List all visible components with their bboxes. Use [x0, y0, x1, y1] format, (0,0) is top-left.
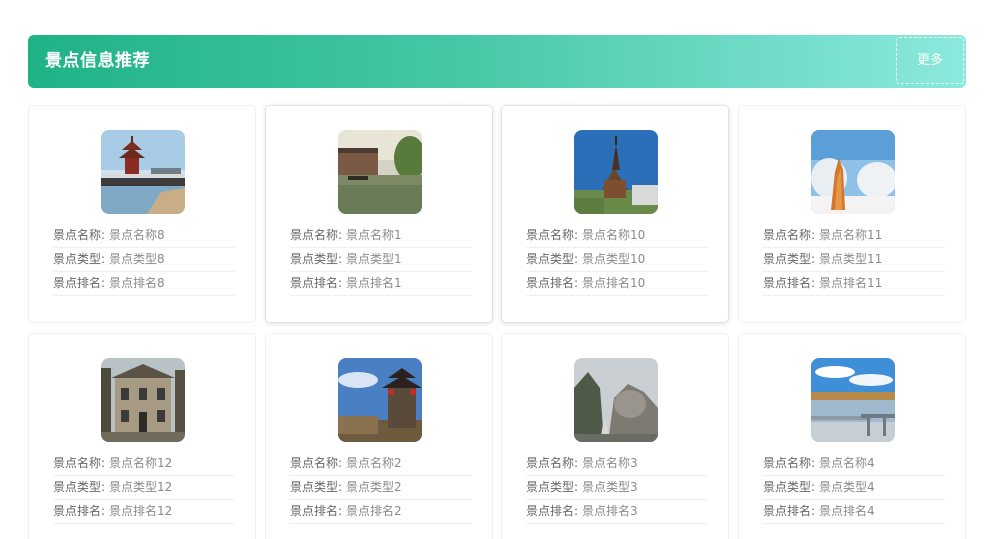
section-header: 景点信息推荐 更多 — [28, 35, 966, 88]
spot-type-row: 景点类型: 景点类型2 — [290, 476, 472, 500]
spot-card[interactable]: 景点名称: 景点名称10 景点类型: 景点类型10 景点排名: 景点排名10 — [501, 105, 729, 323]
spot-name-row: 景点名称: 景点名称4 — [763, 452, 945, 476]
rocky-mountain-photo[interactable] — [574, 358, 658, 442]
spot-rank-row: 景点排名: 景点排名8 — [53, 272, 235, 296]
spot-name: 景点名称10 — [582, 228, 646, 242]
spot-type-row: 景点类型: 景点类型1 — [290, 248, 472, 272]
spot-type: 景点类型2 — [346, 480, 402, 494]
spot-name: 景点名称4 — [819, 456, 875, 470]
spot-type-row: 景点类型: 景点类型10 — [526, 248, 708, 272]
spot-name-row: 景点名称: 景点名称12 — [53, 452, 235, 476]
spot-rank-row: 景点排名: 景点排名3 — [526, 500, 708, 524]
water-town-canal-photo[interactable] — [338, 130, 422, 214]
more-button[interactable]: 更多 — [896, 37, 964, 84]
spot-rank: 景点排名12 — [109, 504, 173, 518]
page: 景点信息推荐 更多 景点名称: 景点名称8 景点类型: 景点类型8 景点排名: … — [0, 0, 987, 539]
old-villa-photo[interactable] — [101, 358, 185, 442]
spot-card[interactable]: 景点名称: 景点名称12 景点类型: 景点类型12 景点排名: 景点排名12 — [28, 333, 256, 539]
spot-name-row: 景点名称: 景点名称8 — [53, 224, 235, 248]
spot-type-row: 景点类型: 景点类型11 — [763, 248, 945, 272]
spot-type: 景点类型8 — [109, 252, 165, 266]
spot-rank-row: 景点排名: 景点排名12 — [53, 500, 235, 524]
spot-rank: 景点排名2 — [346, 504, 402, 518]
spot-name-row: 景点名称: 景点名称3 — [526, 452, 708, 476]
spot-name-row: 景点名称: 景点名称11 — [763, 224, 945, 248]
lake-boardwalk-photo[interactable] — [811, 358, 895, 442]
spot-info: 景点名称: 景点名称4 景点类型: 景点类型4 景点排名: 景点排名4 — [763, 452, 945, 524]
spot-type-row: 景点类型: 景点类型12 — [53, 476, 235, 500]
spot-card[interactable]: 景点名称: 景点名称1 景点类型: 景点类型1 景点排名: 景点排名1 — [265, 105, 493, 323]
section-title: 景点信息推荐 — [45, 51, 150, 71]
spot-name: 景点名称2 — [346, 456, 402, 470]
frost-monument-photo[interactable] — [811, 130, 895, 214]
spot-rank-row: 景点排名: 景点排名2 — [290, 500, 472, 524]
spot-card[interactable]: 景点名称: 景点名称11 景点类型: 景点类型11 景点排名: 景点排名11 — [738, 105, 966, 323]
spot-info: 景点名称: 景点名称12 景点类型: 景点类型12 景点排名: 景点排名12 — [53, 452, 235, 524]
spot-rank-row: 景点排名: 景点排名11 — [763, 272, 945, 296]
spot-info: 景点名称: 景点名称3 景点类型: 景点类型3 景点排名: 景点排名3 — [526, 452, 708, 524]
spot-info: 景点名称: 景点名称8 景点类型: 景点类型8 景点排名: 景点排名8 — [53, 224, 235, 296]
spot-card[interactable]: 景点名称: 景点名称4 景点类型: 景点类型4 景点排名: 景点排名4 — [738, 333, 966, 539]
spot-type: 景点类型1 — [346, 252, 402, 266]
spot-info: 景点名称: 景点名称2 景点类型: 景点类型2 景点排名: 景点排名2 — [290, 452, 472, 524]
spot-type-row: 景点类型: 景点类型4 — [763, 476, 945, 500]
spot-name: 景点名称3 — [582, 456, 638, 470]
spot-rank: 景点排名1 — [346, 276, 402, 290]
spot-type: 景点类型10 — [582, 252, 646, 266]
spot-info: 景点名称: 景点名称1 景点类型: 景点类型1 景点排名: 景点排名1 — [290, 224, 472, 296]
spot-rank-row: 景点排名: 景点排名1 — [290, 272, 472, 296]
spot-card[interactable]: 景点名称: 景点名称2 景点类型: 景点类型2 景点排名: 景点排名2 — [265, 333, 493, 539]
spot-name-row: 景点名称: 景点名称1 — [290, 224, 472, 248]
spot-type-row: 景点类型: 景点类型8 — [53, 248, 235, 272]
spot-type: 景点类型3 — [582, 480, 638, 494]
spot-name-row: 景点名称: 景点名称10 — [526, 224, 708, 248]
spot-rank-row: 景点排名: 景点排名10 — [526, 272, 708, 296]
spot-card[interactable]: 景点名称: 景点名称3 景点类型: 景点类型3 景点排名: 景点排名3 — [501, 333, 729, 539]
spot-type: 景点类型12 — [109, 480, 173, 494]
wooden-church-photo[interactable] — [574, 130, 658, 214]
spot-rank-row: 景点排名: 景点排名4 — [763, 500, 945, 524]
spot-rank: 景点排名11 — [819, 276, 883, 290]
spot-name: 景点名称8 — [109, 228, 165, 242]
spot-name-row: 景点名称: 景点名称2 — [290, 452, 472, 476]
spot-rank: 景点排名3 — [582, 504, 638, 518]
spot-rank: 景点排名10 — [582, 276, 646, 290]
spot-type: 景点类型11 — [819, 252, 883, 266]
spot-info: 景点名称: 景点名称10 景点类型: 景点类型10 景点排名: 景点排名10 — [526, 224, 708, 296]
pagoda-pier-photo[interactable] — [101, 130, 185, 214]
spot-rank: 景点排名8 — [109, 276, 165, 290]
spot-card[interactable]: 景点名称: 景点名称8 景点类型: 景点类型8 景点排名: 景点排名8 — [28, 105, 256, 323]
spot-name: 景点名称1 — [346, 228, 402, 242]
spot-rank: 景点排名4 — [819, 504, 875, 518]
spot-type-row: 景点类型: 景点类型3 — [526, 476, 708, 500]
chinese-gate-photo[interactable] — [338, 358, 422, 442]
spot-info: 景点名称: 景点名称11 景点类型: 景点类型11 景点排名: 景点排名11 — [763, 224, 945, 296]
spot-name: 景点名称11 — [819, 228, 883, 242]
spot-name: 景点名称12 — [109, 456, 173, 470]
spot-type: 景点类型4 — [819, 480, 875, 494]
